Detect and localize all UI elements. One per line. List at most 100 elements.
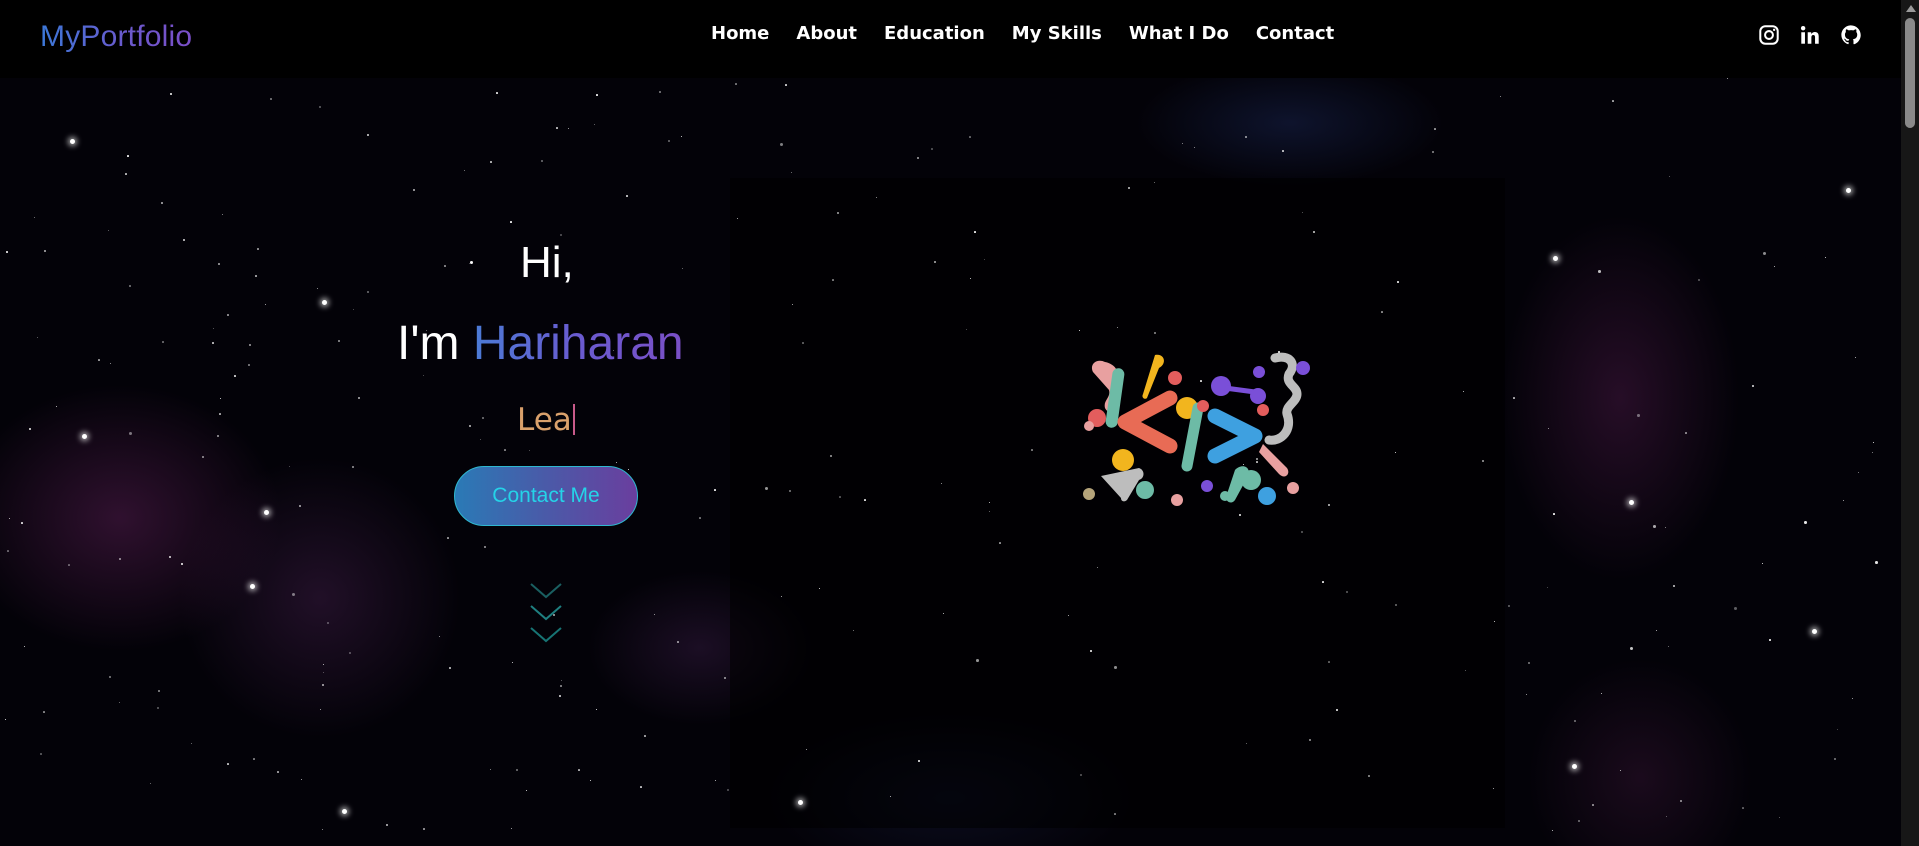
star bbox=[1804, 521, 1807, 524]
star bbox=[1774, 266, 1776, 268]
star bbox=[322, 684, 324, 686]
star bbox=[568, 128, 570, 130]
star bbox=[1612, 100, 1614, 102]
star bbox=[1779, 817, 1781, 819]
star bbox=[596, 94, 598, 96]
star bbox=[1752, 385, 1754, 387]
site-logo[interactable]: MyPortfolio bbox=[40, 20, 192, 54]
star bbox=[212, 342, 214, 344]
star bbox=[1114, 666, 1117, 669]
nav-contact-link[interactable]: Contact bbox=[1256, 23, 1334, 44]
star bbox=[169, 556, 172, 559]
bright-star bbox=[1629, 500, 1634, 505]
star bbox=[1665, 527, 1667, 529]
star bbox=[1432, 151, 1435, 154]
nav-about-link[interactable]: About bbox=[796, 23, 857, 44]
nav-menu: Home About Education My Skills What I Do… bbox=[711, 23, 1334, 44]
star bbox=[181, 563, 183, 565]
star bbox=[162, 341, 164, 343]
star bbox=[1620, 770, 1622, 772]
star bbox=[560, 685, 562, 687]
star bbox=[119, 558, 121, 560]
star bbox=[1742, 807, 1744, 809]
star bbox=[40, 753, 42, 755]
star bbox=[560, 234, 563, 237]
star bbox=[659, 91, 661, 93]
star bbox=[367, 291, 370, 294]
star bbox=[255, 275, 257, 277]
star bbox=[1528, 662, 1531, 665]
star bbox=[1873, 442, 1875, 444]
star bbox=[1547, 587, 1549, 589]
nav-what-i-do-link[interactable]: What I Do bbox=[1129, 23, 1229, 44]
star bbox=[1834, 758, 1836, 760]
star bbox=[301, 779, 303, 781]
star bbox=[510, 221, 512, 223]
linkedin-icon[interactable] bbox=[1799, 24, 1821, 46]
star bbox=[386, 824, 388, 826]
github-icon[interactable] bbox=[1840, 24, 1862, 46]
nav-education-link[interactable]: Education bbox=[884, 23, 985, 44]
star bbox=[512, 662, 514, 664]
star bbox=[220, 398, 222, 400]
star bbox=[1245, 136, 1247, 138]
star bbox=[1734, 607, 1738, 611]
star bbox=[1282, 150, 1284, 152]
star bbox=[1080, 774, 1082, 776]
star bbox=[108, 230, 110, 232]
star bbox=[490, 769, 492, 771]
star bbox=[682, 268, 684, 270]
star bbox=[1837, 729, 1839, 731]
star bbox=[1680, 800, 1682, 802]
star bbox=[681, 136, 683, 138]
star bbox=[1855, 357, 1857, 359]
star bbox=[257, 248, 259, 250]
star bbox=[559, 695, 561, 697]
chevron-down-icon[interactable] bbox=[528, 580, 564, 651]
star bbox=[556, 127, 558, 129]
star bbox=[157, 707, 160, 710]
star bbox=[353, 309, 355, 311]
star bbox=[1328, 661, 1330, 663]
star bbox=[1762, 563, 1764, 565]
nav-home-link[interactable]: Home bbox=[711, 23, 769, 44]
nav-skills-link[interactable]: My Skills bbox=[1012, 23, 1102, 44]
star bbox=[516, 769, 518, 771]
star bbox=[68, 564, 70, 566]
star bbox=[109, 676, 112, 679]
star bbox=[1668, 646, 1670, 648]
bright-star bbox=[342, 809, 347, 814]
star bbox=[832, 279, 834, 281]
star bbox=[1601, 693, 1603, 695]
hero-greeting: Hi, bbox=[520, 238, 574, 287]
star bbox=[727, 789, 730, 792]
star bbox=[1875, 561, 1878, 564]
page-scrollbar[interactable] bbox=[1901, 0, 1919, 846]
star bbox=[1574, 720, 1576, 722]
star bbox=[616, 462, 618, 464]
star bbox=[43, 711, 45, 713]
star bbox=[5, 719, 7, 721]
hero-name: Hariharan bbox=[472, 317, 684, 370]
star bbox=[974, 231, 976, 233]
star bbox=[1368, 775, 1370, 777]
star bbox=[413, 189, 415, 191]
star bbox=[1630, 647, 1634, 651]
star bbox=[490, 161, 492, 163]
instagram-icon[interactable] bbox=[1758, 24, 1780, 46]
star bbox=[6, 251, 8, 253]
scrollbar-thumb[interactable] bbox=[1905, 18, 1915, 128]
star bbox=[158, 690, 161, 693]
scroll-up-arrow-icon[interactable] bbox=[1906, 5, 1916, 12]
star bbox=[1552, 830, 1554, 832]
star bbox=[934, 261, 936, 263]
contact-me-button[interactable]: Contact Me bbox=[454, 466, 638, 526]
star bbox=[444, 265, 446, 267]
star bbox=[170, 93, 172, 95]
star bbox=[1872, 452, 1874, 454]
star bbox=[367, 134, 369, 136]
star bbox=[802, 342, 804, 344]
star bbox=[183, 239, 186, 242]
star bbox=[1653, 525, 1656, 528]
star bbox=[129, 285, 131, 287]
